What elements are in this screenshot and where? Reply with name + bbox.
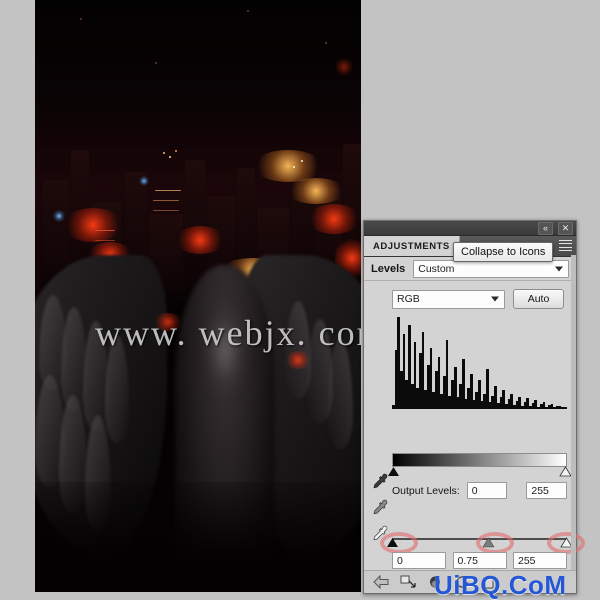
output-black-field[interactable]: 0 — [466, 482, 508, 499]
eyedropper-tools[interactable] — [369, 473, 389, 542]
page-title: Levels — [371, 262, 406, 275]
sky-star — [325, 42, 327, 44]
set-black-point-eyedropper-icon[interactable] — [371, 473, 388, 490]
site-watermark: UiBQ.CoM — [434, 570, 567, 600]
input-levels-slider[interactable] — [380, 532, 585, 554]
adjustments-panel[interactable]: « ✕ ADJUSTMENTS MASKS Levels Custom RGB … — [363, 220, 585, 594]
output-levels-label: Output Levels: — [392, 484, 460, 497]
output-levels-gradient[interactable] — [392, 453, 567, 467]
channel-row: RGB Auto — [364, 281, 576, 313]
shadow-input-field[interactable]: 0 — [392, 552, 446, 569]
close-icon[interactable]: ✕ — [558, 221, 573, 235]
sky-star — [247, 10, 249, 12]
output-levels-row: Output Levels: 0 255 — [392, 482, 567, 499]
set-white-point-eyedropper-icon[interactable] — [371, 525, 388, 542]
highlight-input-field[interactable]: 255 — [513, 552, 567, 569]
channel-select-value: RGB — [397, 293, 420, 305]
levels-histogram-chart — [392, 317, 567, 409]
preset-select[interactable]: Custom — [413, 259, 569, 278]
chevron-down-icon — [555, 266, 563, 271]
document-canvas[interactable]: www. webjx. com — [35, 0, 361, 592]
return-to-adjustment-list-icon[interactable] — [373, 575, 389, 589]
canvas-bottom-edge — [35, 592, 361, 600]
clip-to-layer-icon[interactable] — [400, 575, 416, 589]
histogram-bar — [564, 407, 567, 409]
image-watermark: www. webjx. com — [95, 313, 361, 353]
city-glow — [335, 58, 353, 76]
histogram-bars — [392, 317, 567, 409]
shadow-input-handle[interactable] — [386, 537, 399, 548]
sky-star — [155, 62, 157, 64]
winged-figure — [35, 255, 361, 592]
midtone-input-handle[interactable] — [482, 537, 495, 548]
sky-star — [80, 18, 82, 20]
output-levels-slider[interactable] — [388, 466, 572, 477]
panel-menu-icon[interactable] — [559, 240, 572, 251]
panel-titlebar[interactable]: « ✕ — [364, 221, 576, 236]
photoshop-screen: www. webjx. com « ✕ ADJUSTMENTS MASKS Le… — [0, 0, 600, 600]
chevron-down-icon — [491, 296, 499, 302]
tooltip-collapse-to-icons: Collapse to Icons — [453, 242, 554, 262]
set-gray-point-eyedropper-icon[interactable] — [371, 499, 388, 516]
tab-adjustments[interactable]: ADJUSTMENTS — [364, 236, 460, 256]
output-black-handle[interactable] — [387, 466, 400, 477]
auto-button[interactable]: Auto — [513, 289, 564, 309]
midtone-input-field[interactable]: 0.75 — [452, 552, 507, 569]
channel-select[interactable]: RGB — [392, 289, 505, 309]
preset-select-value: Custom — [418, 262, 455, 275]
input-levels-fields: 0 0.75 255 — [392, 552, 567, 569]
panel-scrollbar[interactable] — [571, 255, 576, 571]
collapse-to-icons-icon[interactable]: « — [538, 221, 553, 235]
output-white-field[interactable]: 255 — [526, 482, 567, 499]
